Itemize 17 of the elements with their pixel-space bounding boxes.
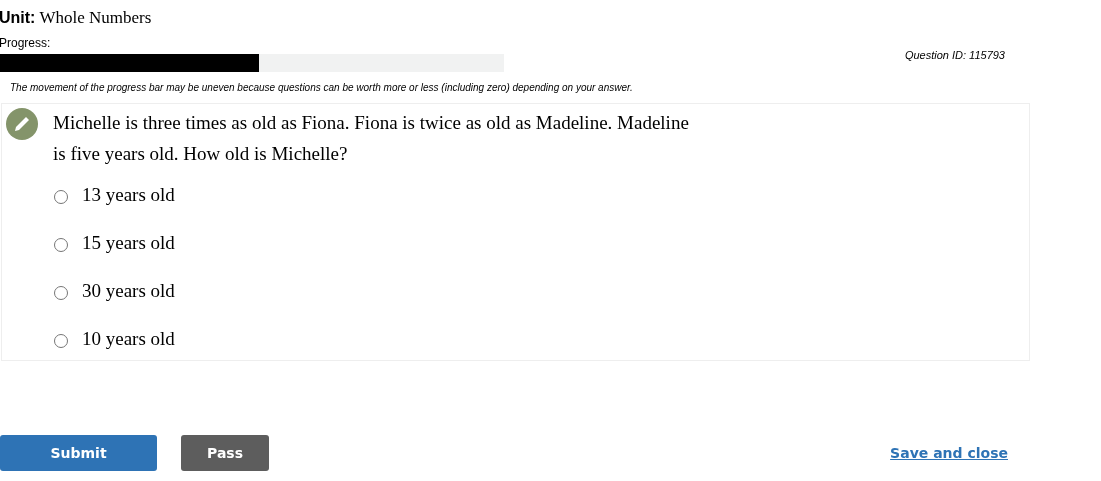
submit-button[interactable]: Submit (0, 435, 157, 471)
radio-button[interactable] (54, 286, 68, 300)
pass-button[interactable]: Pass (181, 435, 269, 471)
answer-option[interactable]: 15 years old (54, 219, 703, 267)
unit-title: Unit: Whole Numbers (0, 8, 153, 29)
progress-note: The movement of the progress bar may be uneven because questions can be worth more or less (including zero) depending on your answer. (10, 82, 634, 93)
pencil-icon (6, 108, 38, 140)
answer-option[interactable]: 10 years old (54, 315, 703, 363)
answer-option[interactable]: 30 years old (54, 267, 703, 315)
radio-button[interactable] (54, 190, 68, 204)
progress-label: Progress: (0, 36, 52, 50)
radio-button[interactable] (54, 334, 68, 348)
save-link[interactable]: Save and close (890, 445, 1008, 461)
answer-option[interactable]: 13 years old (54, 171, 703, 219)
question-id: Question ID: 115793 (904, 49, 1005, 61)
question-text: Michelle is three times as old as Fiona. Fiona is twice as old as Madeline. Madeline is five years old. How old is Michelle? (53, 111, 690, 166)
radio-button[interactable] (54, 238, 68, 252)
